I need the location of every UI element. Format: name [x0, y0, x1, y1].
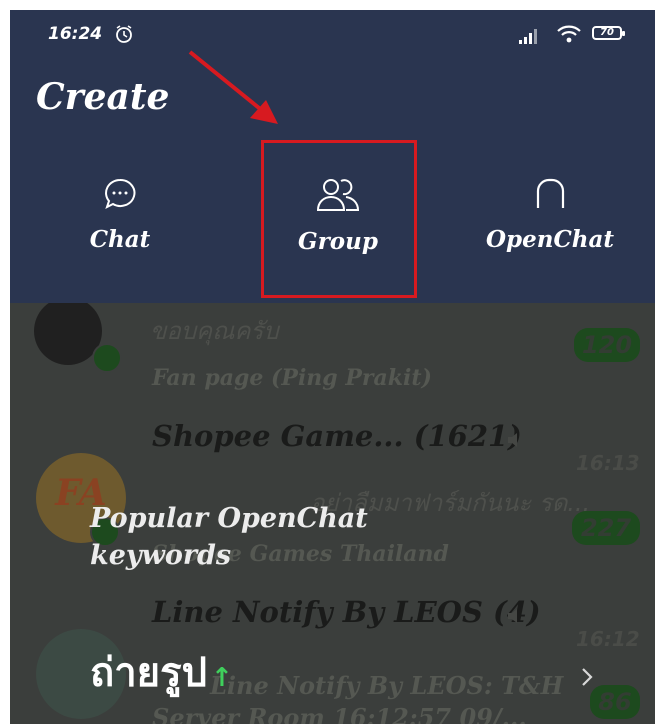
list-item-sender: Fan page (Ping Prakit)	[152, 365, 432, 391]
openchat-badge-icon	[92, 343, 122, 373]
mute-icon	[508, 433, 517, 447]
keyword-text: ถ่ายรูป	[90, 650, 207, 696]
list-item-preview: ขอบคุณครับ	[150, 317, 279, 345]
mute-icon	[508, 609, 517, 623]
create-panel: 16:24 70 Create Chat Group OpenChat	[10, 10, 655, 303]
chat-bubble-icon	[105, 178, 136, 209]
popular-keyword[interactable]: ถ่ายรูป ↑	[90, 640, 233, 704]
signal-icon	[519, 29, 537, 44]
screen: ขอบคุณครับ 120 Fan page (Ping Prakit) Sh…	[10, 10, 655, 724]
list-item-name: Line Notify By LEOS (4)	[152, 595, 541, 629]
page-title: Create	[36, 76, 170, 118]
annotation-arrow-icon	[188, 50, 278, 124]
chevron-right-icon[interactable]	[580, 666, 594, 688]
unread-badge: 227	[572, 511, 640, 545]
openchat-icon	[536, 178, 565, 208]
list-item-name: Shopee Game... (1621)	[152, 419, 522, 453]
list-item-preview: Line Notify By LEOS: T&H	[210, 671, 564, 700]
wifi-icon	[557, 25, 581, 43]
create-chat-button[interactable]: Chat	[40, 160, 200, 280]
trend-up-icon: ↑	[211, 663, 233, 693]
battery-icon: 70	[592, 26, 625, 40]
create-openchat-label: OpenChat	[485, 226, 615, 253]
list-item-time: 16:13	[576, 451, 640, 475]
unread-badge: 86	[590, 685, 640, 719]
popular-keywords-heading: Popular OpenChat keywords	[90, 503, 368, 571]
list-item-preview-line2: Server Room 16:12:57 09/...	[152, 703, 527, 724]
create-openchat-button[interactable]: OpenChat	[470, 160, 630, 280]
list-item-time: 16:12	[576, 627, 640, 651]
status-time: 16:24	[48, 24, 103, 44]
status-bar: 16:24 70	[10, 10, 655, 58]
create-chat-label: Chat	[89, 226, 151, 253]
alarm-icon	[116, 25, 132, 43]
highlight-box	[261, 140, 417, 298]
unread-badge: 120	[574, 328, 640, 362]
